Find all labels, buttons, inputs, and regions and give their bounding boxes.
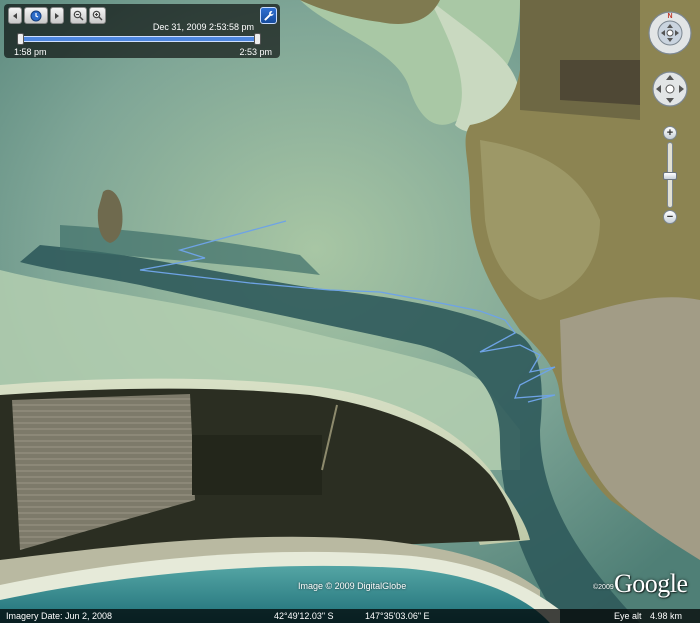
eye-altitude-label: Eye alt bbox=[614, 611, 642, 621]
move-icon bbox=[652, 71, 688, 107]
time-slider-track[interactable] bbox=[17, 33, 261, 45]
time-settings-button[interactable] bbox=[260, 7, 277, 24]
latitude-readout: 42°49'12.03" S bbox=[274, 611, 334, 621]
clock-button[interactable] bbox=[24, 7, 48, 24]
zoom-in-time-button[interactable] bbox=[89, 7, 106, 24]
zoom-in-icon bbox=[92, 10, 103, 21]
imagery-attribution: Image © 2009 DigitalGlobe bbox=[298, 581, 407, 591]
eye-altitude-value: 4.98 km bbox=[650, 611, 683, 621]
farm-field-dark bbox=[560, 60, 640, 105]
zoom-slider: + − bbox=[661, 126, 679, 224]
status-bar: Imagery Date: Jun 2, 2008 42°49'12.03" S… bbox=[0, 609, 700, 623]
look-control[interactable]: N bbox=[647, 10, 693, 56]
zoom-out-time-button[interactable] bbox=[70, 7, 87, 24]
time-slider-fill bbox=[19, 37, 259, 41]
minus-icon: − bbox=[666, 211, 674, 223]
wrench-icon bbox=[264, 11, 274, 21]
skip-forward-icon bbox=[55, 12, 59, 19]
clock-icon bbox=[30, 10, 42, 21]
move-control[interactable] bbox=[647, 66, 693, 112]
current-time-label: Dec 31, 2009 2:53:58 pm bbox=[152, 22, 254, 32]
time-slider-panel: Dec 31, 2009 2:53:58 pm 1:58 pm 2:53 pm bbox=[4, 4, 280, 58]
time-slider-end-handle[interactable] bbox=[254, 33, 261, 45]
zoom-in-button[interactable]: + bbox=[663, 126, 677, 140]
google-logo: Google bbox=[614, 569, 688, 598]
logo-copyright: ©2009 bbox=[593, 584, 614, 591]
skip-back-button[interactable] bbox=[8, 7, 22, 24]
zoom-knob[interactable] bbox=[663, 172, 677, 180]
skip-back-icon bbox=[13, 12, 17, 19]
zoom-out-button[interactable]: − bbox=[663, 210, 677, 224]
satellite-map[interactable] bbox=[0, 0, 700, 623]
zoom-out-icon bbox=[73, 10, 84, 21]
time-slider-start-handle[interactable] bbox=[17, 33, 24, 45]
longitude-readout: 147°35'03.06" E bbox=[365, 611, 430, 621]
plus-icon: + bbox=[666, 127, 674, 139]
look-around-icon: N bbox=[648, 11, 692, 55]
skip-forward-button[interactable] bbox=[50, 7, 64, 24]
forest-block bbox=[192, 435, 322, 495]
svg-text:N: N bbox=[667, 13, 672, 20]
time-end-label: 2:53 pm bbox=[239, 47, 272, 57]
time-start-label: 1:58 pm bbox=[14, 47, 47, 57]
imagery-date: Imagery Date: Jun 2, 2008 bbox=[6, 611, 113, 621]
